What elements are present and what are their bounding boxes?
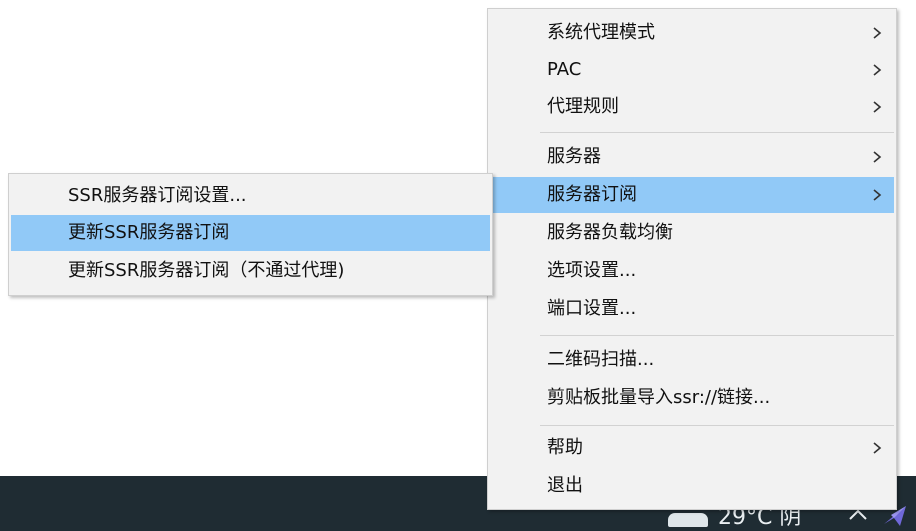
- menu-separator: [540, 335, 894, 336]
- menu-item-label: 代理规则: [547, 96, 619, 117]
- menu-separator: [540, 132, 894, 133]
- menu-item-exit[interactable]: 退出: [490, 468, 894, 504]
- chevron-right-icon: [873, 27, 882, 39]
- menu-item-label: 帮助: [547, 437, 583, 458]
- submenu-item-update-subscription[interactable]: 更新SSR服务器订阅: [11, 215, 490, 251]
- weather-cloud-icon[interactable]: [668, 513, 708, 527]
- menu-item-import-from-clipboard[interactable]: 剪贴板批量导入ssr://链接...: [490, 380, 894, 416]
- menu-item-system-proxy-mode[interactable]: 系统代理模式: [490, 15, 894, 51]
- menu-item-load-balance[interactable]: 服务器负载均衡: [490, 215, 894, 251]
- chevron-right-icon: [873, 442, 882, 454]
- menu-item-label: 更新SSR服务器订阅: [68, 222, 230, 243]
- tray-context-menu: 系统代理模式 PAC 代理规则 服务器 服务器订阅 服务器负载均衡 选项设置..…: [487, 8, 897, 510]
- menu-item-help[interactable]: 帮助: [490, 430, 894, 466]
- chevron-right-icon: [873, 151, 882, 163]
- menu-item-label: SSR服务器订阅设置...: [68, 185, 247, 206]
- menu-item-label: 更新SSR服务器订阅（不通过代理): [68, 260, 345, 281]
- menu-item-label: 端口设置...: [547, 298, 637, 319]
- menu-item-label: 选项设置...: [547, 260, 637, 281]
- menu-separator: [540, 425, 894, 426]
- menu-item-label: 剪贴板批量导入ssr://链接...: [547, 387, 771, 408]
- chevron-right-icon: [873, 189, 882, 201]
- chevron-right-icon: [873, 101, 882, 113]
- menu-item-label: 退出: [547, 475, 583, 496]
- chevron-right-icon: [873, 64, 882, 76]
- menu-item-label: 服务器负载均衡: [547, 222, 673, 243]
- menu-item-label: 服务器订阅: [547, 184, 637, 205]
- submenu-item-subscription-settings[interactable]: SSR服务器订阅设置...: [11, 178, 490, 214]
- menu-item-port-settings[interactable]: 端口设置...: [490, 291, 894, 327]
- menu-item-servers[interactable]: 服务器: [490, 139, 894, 175]
- desktop: 29°C 阴 系统代理模式 PAC 代理规则 服务器 服务器订阅 服务器负载均衡…: [0, 0, 916, 531]
- menu-item-label: 服务器: [547, 146, 601, 167]
- menu-item-label: 二维码扫描...: [547, 349, 655, 370]
- menu-item-server-subscription[interactable]: 服务器订阅: [490, 177, 894, 213]
- menu-item-pac[interactable]: PAC: [490, 52, 894, 88]
- menu-item-label: 系统代理模式: [547, 22, 655, 43]
- menu-item-proxy-rules[interactable]: 代理规则: [490, 89, 894, 125]
- menu-item-scan-qrcode[interactable]: 二维码扫描...: [490, 342, 894, 378]
- menu-item-label: PAC: [547, 59, 582, 80]
- server-subscription-submenu: SSR服务器订阅设置... 更新SSR服务器订阅 更新SSR服务器订阅（不通过代…: [8, 173, 493, 296]
- menu-item-options[interactable]: 选项设置...: [490, 253, 894, 289]
- submenu-item-update-subscription-no-proxy[interactable]: 更新SSR服务器订阅（不通过代理): [11, 253, 490, 289]
